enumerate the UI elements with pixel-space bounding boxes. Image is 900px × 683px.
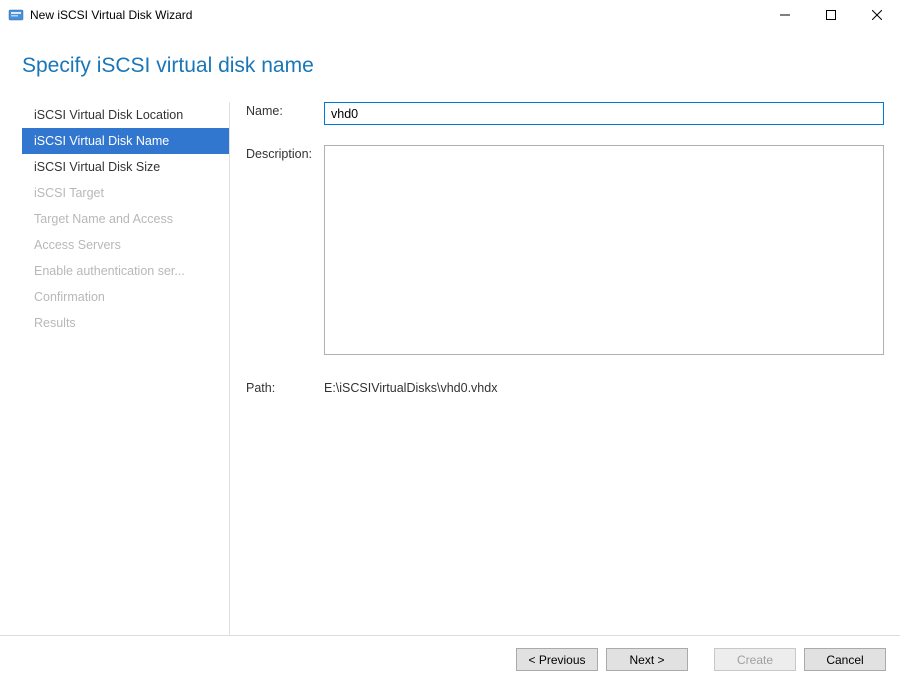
sidebar-item-label: iSCSI Virtual Disk Name — [34, 134, 169, 148]
description-row: Description: — [246, 145, 884, 355]
name-input[interactable] — [324, 102, 884, 125]
sidebar-item-label: iSCSI Virtual Disk Location — [34, 108, 183, 122]
sidebar-item-label: Confirmation — [34, 290, 105, 304]
next-button[interactable]: Next > — [606, 648, 688, 671]
description-label: Description: — [246, 145, 324, 161]
sidebar-item-label: iSCSI Target — [34, 186, 104, 200]
sidebar-item-label: Access Servers — [34, 238, 121, 252]
sidebar-item-label: Results — [34, 316, 76, 330]
name-row: Name: — [246, 102, 884, 125]
maximize-button[interactable] — [808, 0, 854, 30]
main-panel: Name: Description: Path: E:\iSCSIVirtual… — [230, 102, 886, 656]
button-bar: < Previous Next > Create Cancel — [0, 635, 900, 683]
sidebar-item-size[interactable]: iSCSI Virtual Disk Size — [22, 154, 229, 180]
sidebar-item-label: iSCSI Virtual Disk Size — [34, 160, 160, 174]
path-value: E:\iSCSIVirtualDisks\vhd0.vhdx — [324, 379, 497, 395]
sidebar-item-authentication: Enable authentication ser... — [22, 258, 229, 284]
window-controls — [762, 0, 900, 30]
titlebar: New iSCSI Virtual Disk Wizard — [0, 0, 900, 30]
content-area: iSCSI Virtual Disk Location iSCSI Virtua… — [0, 78, 900, 656]
sidebar-item-target: iSCSI Target — [22, 180, 229, 206]
minimize-button[interactable] — [762, 0, 808, 30]
path-label: Path: — [246, 379, 324, 395]
previous-button[interactable]: < Previous — [516, 648, 598, 671]
sidebar-item-location[interactable]: iSCSI Virtual Disk Location — [22, 102, 229, 128]
description-input[interactable] — [324, 145, 884, 355]
cancel-button[interactable]: Cancel — [804, 648, 886, 671]
sidebar-item-confirmation: Confirmation — [22, 284, 229, 310]
sidebar-item-label: Enable authentication ser... — [34, 264, 185, 278]
close-button[interactable] — [854, 0, 900, 30]
sidebar-item-target-name: Target Name and Access — [22, 206, 229, 232]
sidebar-item-name[interactable]: iSCSI Virtual Disk Name — [22, 128, 229, 154]
app-icon — [8, 7, 24, 23]
window-title: New iSCSI Virtual Disk Wizard — [30, 8, 762, 22]
path-row: Path: E:\iSCSIVirtualDisks\vhd0.vhdx — [246, 379, 884, 395]
create-button: Create — [714, 648, 796, 671]
wizard-steps-sidebar: iSCSI Virtual Disk Location iSCSI Virtua… — [0, 102, 230, 656]
name-label: Name: — [246, 102, 324, 118]
sidebar-item-results: Results — [22, 310, 229, 336]
sidebar-item-label: Target Name and Access — [34, 212, 173, 226]
page-heading: Specify iSCSI virtual disk name — [0, 30, 900, 78]
sidebar-item-access-servers: Access Servers — [22, 232, 229, 258]
